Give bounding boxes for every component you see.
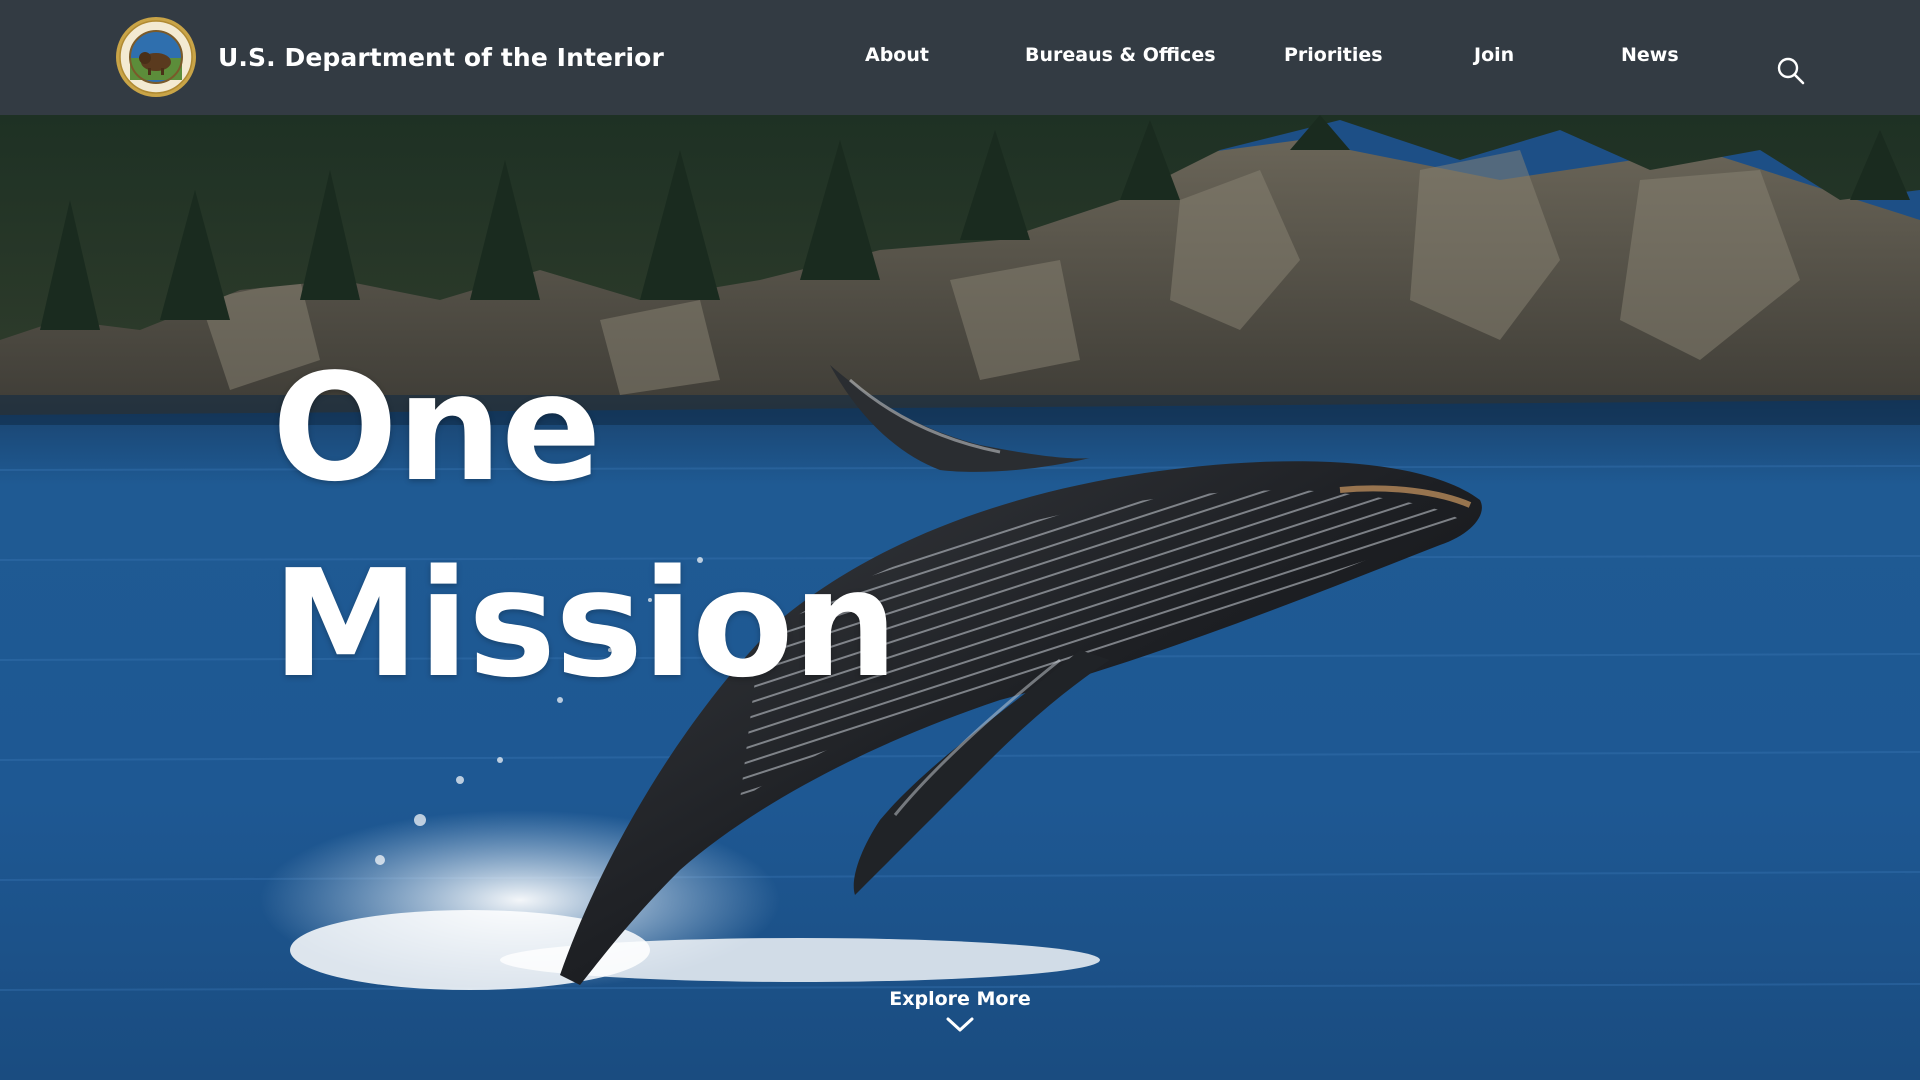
nav-item-news[interactable]: News (1621, 44, 1679, 66)
hero-headline-line-2: Mission (272, 538, 898, 710)
hero-section: One Mission Explore More (0, 0, 1920, 1080)
nav-item-bureaus-offices[interactable]: Bureaus & Offices (1025, 44, 1216, 66)
hero-headline-line-1: One (272, 342, 602, 514)
site-title: U.S. Department of the Interior (218, 42, 664, 72)
search-icon[interactable] (1776, 56, 1806, 86)
nav-item-priorities[interactable]: Priorities (1284, 44, 1383, 66)
nav-item-about[interactable]: About (865, 44, 929, 66)
explore-more-label: Explore More (889, 988, 1031, 1010)
nav-item-join[interactable]: Join (1474, 44, 1514, 66)
chevron-down-icon (946, 1017, 974, 1032)
site-header: U.S. Department of the Interior About Bu… (0, 0, 1920, 115)
explore-more-button[interactable]: Explore More (860, 988, 1060, 1034)
home-link[interactable]: U.S. Department of the Interior (115, 16, 664, 98)
doi-seal-icon (116, 17, 196, 97)
hero-headline: One Mission (272, 330, 898, 722)
